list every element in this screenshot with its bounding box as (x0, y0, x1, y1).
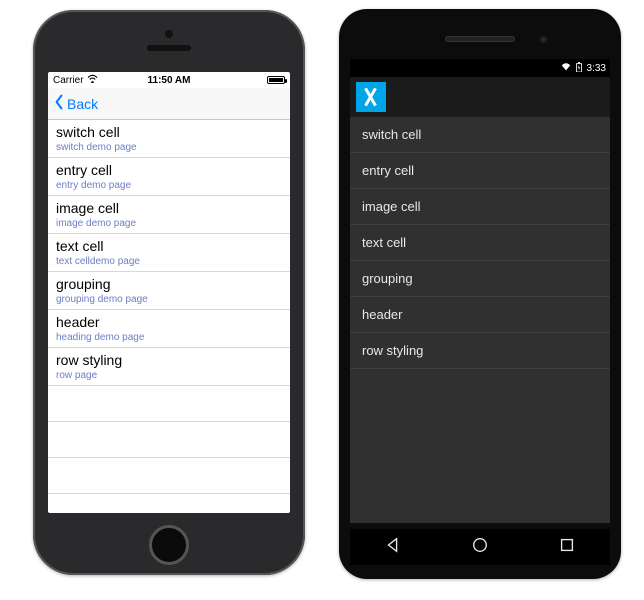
cell-title: row styling (56, 352, 282, 369)
list-item[interactable]: row styling (350, 333, 610, 369)
list-item[interactable]: image cell (350, 189, 610, 225)
cell-title: switch cell (56, 124, 282, 141)
cell-title: entry cell (56, 162, 282, 179)
android-status-bar: 3:33 (350, 59, 610, 77)
iphone-speaker (147, 45, 191, 51)
status-time: 3:33 (587, 63, 606, 74)
ios-table-view[interactable]: switch cell switch demo page entry cell … (48, 120, 290, 513)
ios-status-bar: Carrier 11:50 AM (48, 72, 290, 88)
nav-recent-button[interactable] (558, 536, 576, 559)
list-item[interactable]: text cell text celldemo page (48, 234, 290, 272)
list-item[interactable]: switch cell (350, 117, 610, 153)
list-item[interactable]: grouping grouping demo page (48, 272, 290, 310)
empty-row (48, 422, 290, 458)
wifi-icon (561, 62, 571, 75)
cell-detail: switch demo page (56, 141, 282, 154)
android-navigation-bar (350, 529, 610, 565)
android-screen: 3:33 switch cell entry cell image cell t… (350, 59, 610, 523)
cell-detail: text celldemo page (56, 255, 282, 268)
cell-detail: row page (56, 369, 282, 382)
ios-navigation-bar: Back (48, 88, 290, 120)
cell-title: header (56, 314, 282, 331)
cell-title: text cell (56, 238, 282, 255)
iphone-device-frame: Carrier 11:50 AM Back switch cell switc (33, 10, 305, 575)
back-button[interactable]: Back (53, 94, 98, 113)
list-item[interactable]: entry cell (350, 153, 610, 189)
battery-icon (574, 62, 584, 75)
list-item[interactable]: grouping (350, 261, 610, 297)
back-label: Back (67, 96, 98, 112)
list-item[interactable]: header (350, 297, 610, 333)
empty-row (48, 386, 290, 422)
nav-back-button[interactable] (384, 536, 402, 559)
iphone-camera-dot (165, 30, 173, 38)
app-icon[interactable] (356, 82, 386, 112)
empty-row (48, 458, 290, 494)
android-list-view[interactable]: switch cell entry cell image cell text c… (350, 117, 610, 369)
carrier-label: Carrier (53, 75, 84, 86)
iphone-screen: Carrier 11:50 AM Back switch cell switc (48, 72, 290, 513)
empty-row (48, 494, 290, 513)
list-item[interactable]: row styling row page (48, 348, 290, 386)
list-item[interactable]: image cell image demo page (48, 196, 290, 234)
nav-home-button[interactable] (471, 536, 489, 559)
battery-icon (267, 76, 285, 84)
status-time: 11:50 AM (130, 75, 207, 86)
cell-detail: image demo page (56, 217, 282, 230)
xamarin-icon (361, 88, 381, 106)
cell-title: image cell (56, 200, 282, 217)
list-item[interactable]: entry cell entry demo page (48, 158, 290, 196)
list-item[interactable]: header heading demo page (48, 310, 290, 348)
android-speaker (445, 36, 515, 42)
wifi-icon (87, 74, 98, 86)
android-camera-dot (539, 35, 548, 44)
iphone-home-button[interactable] (149, 525, 189, 565)
list-item[interactable]: text cell (350, 225, 610, 261)
android-device-frame: 3:33 switch cell entry cell image cell t… (339, 9, 621, 579)
cell-title: grouping (56, 276, 282, 293)
cell-detail: heading demo page (56, 331, 282, 344)
cell-detail: entry demo page (56, 179, 282, 192)
cell-detail: grouping demo page (56, 293, 282, 306)
list-item[interactable]: switch cell switch demo page (48, 120, 290, 158)
chevron-left-icon (53, 94, 65, 113)
android-action-bar (350, 77, 610, 117)
